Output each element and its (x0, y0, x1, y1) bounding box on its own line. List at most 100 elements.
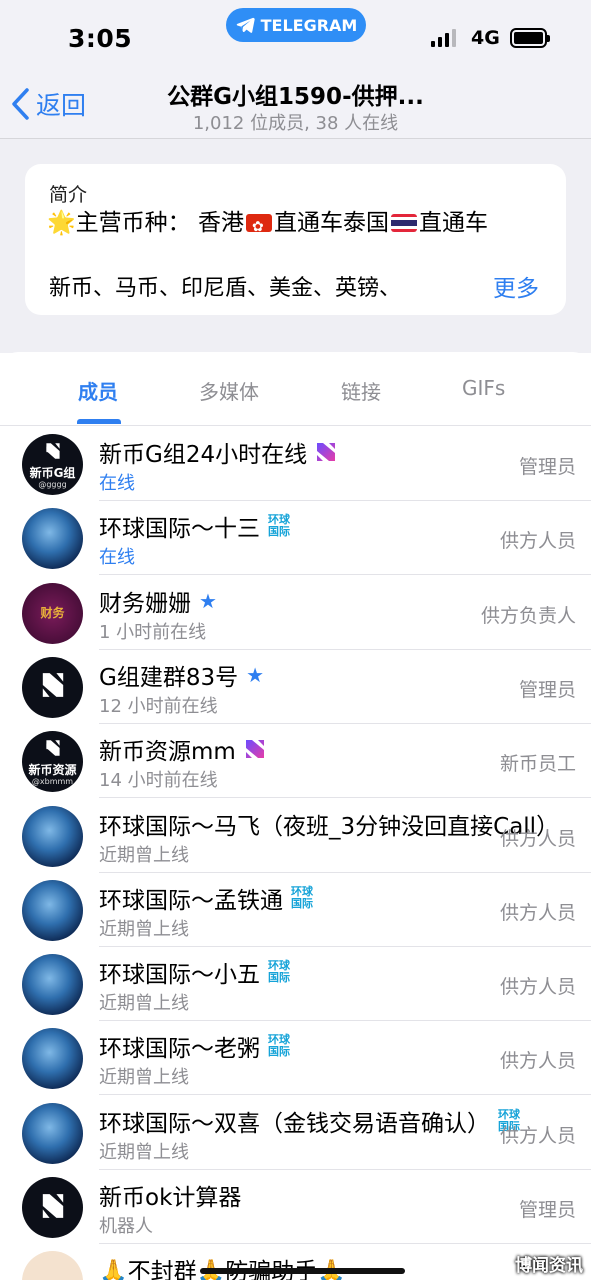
member-status: 近期曾上线 (99, 1067, 189, 1089)
member-status: 近期曾上线 (99, 993, 189, 1015)
logo-icon (36, 1189, 70, 1227)
chat-title[interactable]: 公群G小组1590-供押... (110, 77, 481, 111)
telegram-icon (236, 17, 255, 33)
avatar-text: 财务 (40, 606, 65, 621)
telegram-pill[interactable]: TELEGRAM (226, 8, 366, 42)
avatar: 财务 (22, 582, 83, 644)
member-row[interactable]: 新币G组 @gggg 新币G组24小时在线在线 管理员 (0, 427, 591, 501)
hq-badge-icon: 环球 国际 (268, 514, 290, 538)
tab-bar: 成员 多媒体 链接 GIFs (0, 352, 591, 426)
member-role: 新币员工 (499, 753, 576, 776)
member-name: 环球国际～马飞（夜班_3分钟没回直接Call） (99, 807, 559, 841)
member-role: 供方人员 (499, 1124, 576, 1147)
tab-links[interactable]: 链接 (341, 376, 381, 405)
member-name-text: 环球国际～孟铁通 (99, 887, 283, 914)
avatar: 新币资源 @xbmmm (22, 731, 83, 793)
hq-badge-icon: 环球 国际 (268, 1034, 290, 1058)
member-count: 1,012 位成员, 38 人在线 (192, 113, 399, 134)
member-role: 供方人员 (499, 1050, 576, 1073)
tab-members[interactable]: 成员 (78, 376, 118, 405)
member-status: 14 小时前在线 (99, 770, 218, 792)
member-name-text: 🙏不封群🙏防骗助手🙏 (99, 1252, 346, 1280)
member-role: 供方人员 (499, 901, 576, 924)
member-role: 管理员 (518, 1199, 576, 1221)
avatar (22, 1251, 83, 1280)
avatar (22, 508, 83, 570)
member-row[interactable]: 环球国际～孟铁通 环球 国际近期曾上线 供方人员 (0, 873, 591, 947)
hq-badge-text: 环球 (291, 884, 313, 898)
member-name: 环球国际～老粥 环球 国际 (99, 1029, 290, 1063)
back-button[interactable]: 返回 (10, 86, 86, 122)
member-role: 管理员 (518, 456, 576, 478)
member-name: 🙏不封群🙏防骗助手🙏 (99, 1252, 346, 1280)
intro-label: 简介 (49, 184, 88, 206)
member-name-text: 环球国际～老粥 (99, 1036, 260, 1063)
star-icon: ★ (199, 588, 217, 613)
avatar (22, 1177, 83, 1238)
member-status: 机器人 (99, 1216, 153, 1237)
member-role: 管理员 (518, 678, 576, 701)
star-icon: ★ (246, 662, 265, 687)
back-label: 返回 (36, 91, 87, 120)
member-name: 新币资源mm (99, 732, 266, 766)
member-status: 近期曾上线 (99, 918, 189, 940)
more-link[interactable]: 更多 (493, 269, 539, 303)
member-name: 新币ok计算器 (99, 1178, 241, 1212)
member-name-text: 环球国际～十三 (99, 516, 260, 543)
glowing-star-icon: 🌟 (47, 210, 76, 236)
logo-icon (42, 440, 64, 466)
member-status: 12 小时前在线 (99, 695, 218, 717)
avatar-handle: @xbmmm (31, 776, 74, 786)
hq-badge-icon: 环球 国际 (291, 884, 313, 910)
intro-description: 🌟主营币种： 香港直通车泰国直通车 (47, 208, 547, 242)
member-name-text: 新币资源mm (99, 739, 236, 766)
avatar (22, 1028, 83, 1090)
member-row[interactable]: G组建群83号 ★ 12 小时前在线 管理员 (0, 650, 591, 724)
avatar (22, 805, 83, 867)
n-badge-icon (244, 738, 266, 760)
member-name-text: G组建群83号 (99, 664, 239, 691)
status-time: 3:05 (68, 24, 133, 53)
member-name: 财务姗姗 ★ (99, 584, 217, 618)
member-name-text: 新币G组24小时在线 (99, 442, 308, 468)
hq-badge-text: 国际 (268, 525, 290, 539)
member-name-text: 环球国际～双喜（金钱交易语音确认） (99, 1110, 490, 1137)
avatar-text: 新币G组 (29, 465, 76, 480)
member-row[interactable]: 🙏不封群🙏防骗助手🙏 (0, 1244, 591, 1280)
member-status: 1 小时前在线 (99, 621, 207, 643)
member-row[interactable]: 环球国际～老粥 环球 国际近期曾上线 供方人员 (0, 1021, 591, 1096)
member-status: 近期曾上线 (99, 1141, 189, 1163)
member-status: 在线 (99, 473, 135, 494)
hong-kong-flag-icon (245, 212, 272, 242)
hq-badge-icon: 环球 国际 (268, 960, 290, 984)
avatar-handle: @gggg (38, 479, 67, 489)
tab-gifs[interactable]: GIFs (462, 376, 505, 400)
member-row[interactable]: 环球国际～马飞（夜班_3分钟没回直接Call） 近期曾上线 供方人员 (0, 799, 591, 873)
avatar (22, 954, 83, 1016)
member-name-text: 环球国际～小五 (99, 962, 260, 989)
member-role: 供方负责人 (480, 604, 576, 627)
member-name: 环球国际～双喜（金钱交易语音确认） 环球 国际 (99, 1104, 520, 1138)
member-row[interactable]: 环球国际～十三 环球 国际 在线 供方人员 (0, 501, 591, 576)
member-name-text: 新币ok计算器 (99, 1185, 242, 1211)
member-name: 环球国际～孟铁通 环球 国际 (99, 881, 313, 915)
telegram-label: TELEGRAM (260, 15, 358, 35)
member-name-text: 财务姗姗 (99, 590, 191, 617)
member-row[interactable]: 新币ok计算器机器人 管理员 (0, 1170, 591, 1244)
tab-media[interactable]: 多媒体 (199, 376, 259, 405)
intro-card: 简介 🌟主营币种： 香港直通车泰国直通车 新币、马币、印尼盾、美金、英镑、 更多 (25, 164, 566, 315)
logo-icon (36, 668, 70, 706)
member-row[interactable]: 环球国际～双喜（金钱交易语音确认） 环球 国际 近期曾上线 供方人员 (0, 1096, 591, 1170)
active-tab-indicator (77, 419, 121, 424)
member-role: 供方人员 (499, 827, 576, 850)
member-row[interactable]: 财务 财务姗姗 ★ 1 小时前在线 供方负责人 (0, 576, 591, 650)
logo-icon (42, 737, 64, 763)
hq-badge-text: 环球 (498, 1107, 520, 1121)
member-name: 环球国际～十三 环球 国际 (99, 509, 290, 543)
member-row[interactable]: 环球国际～小五 环球 国际近期曾上线 供方人员 (0, 947, 591, 1022)
member-role: 供方人员 (499, 530, 576, 553)
member-status: 近期曾上线 (99, 844, 189, 866)
member-role: 供方人员 (499, 976, 576, 999)
member-name: 环球国际～小五 环球 国际 (99, 955, 290, 989)
member-row[interactable]: 新币资源 @xbmmm 新币资源mm 14 小时前在线 新币员工 (0, 724, 591, 799)
